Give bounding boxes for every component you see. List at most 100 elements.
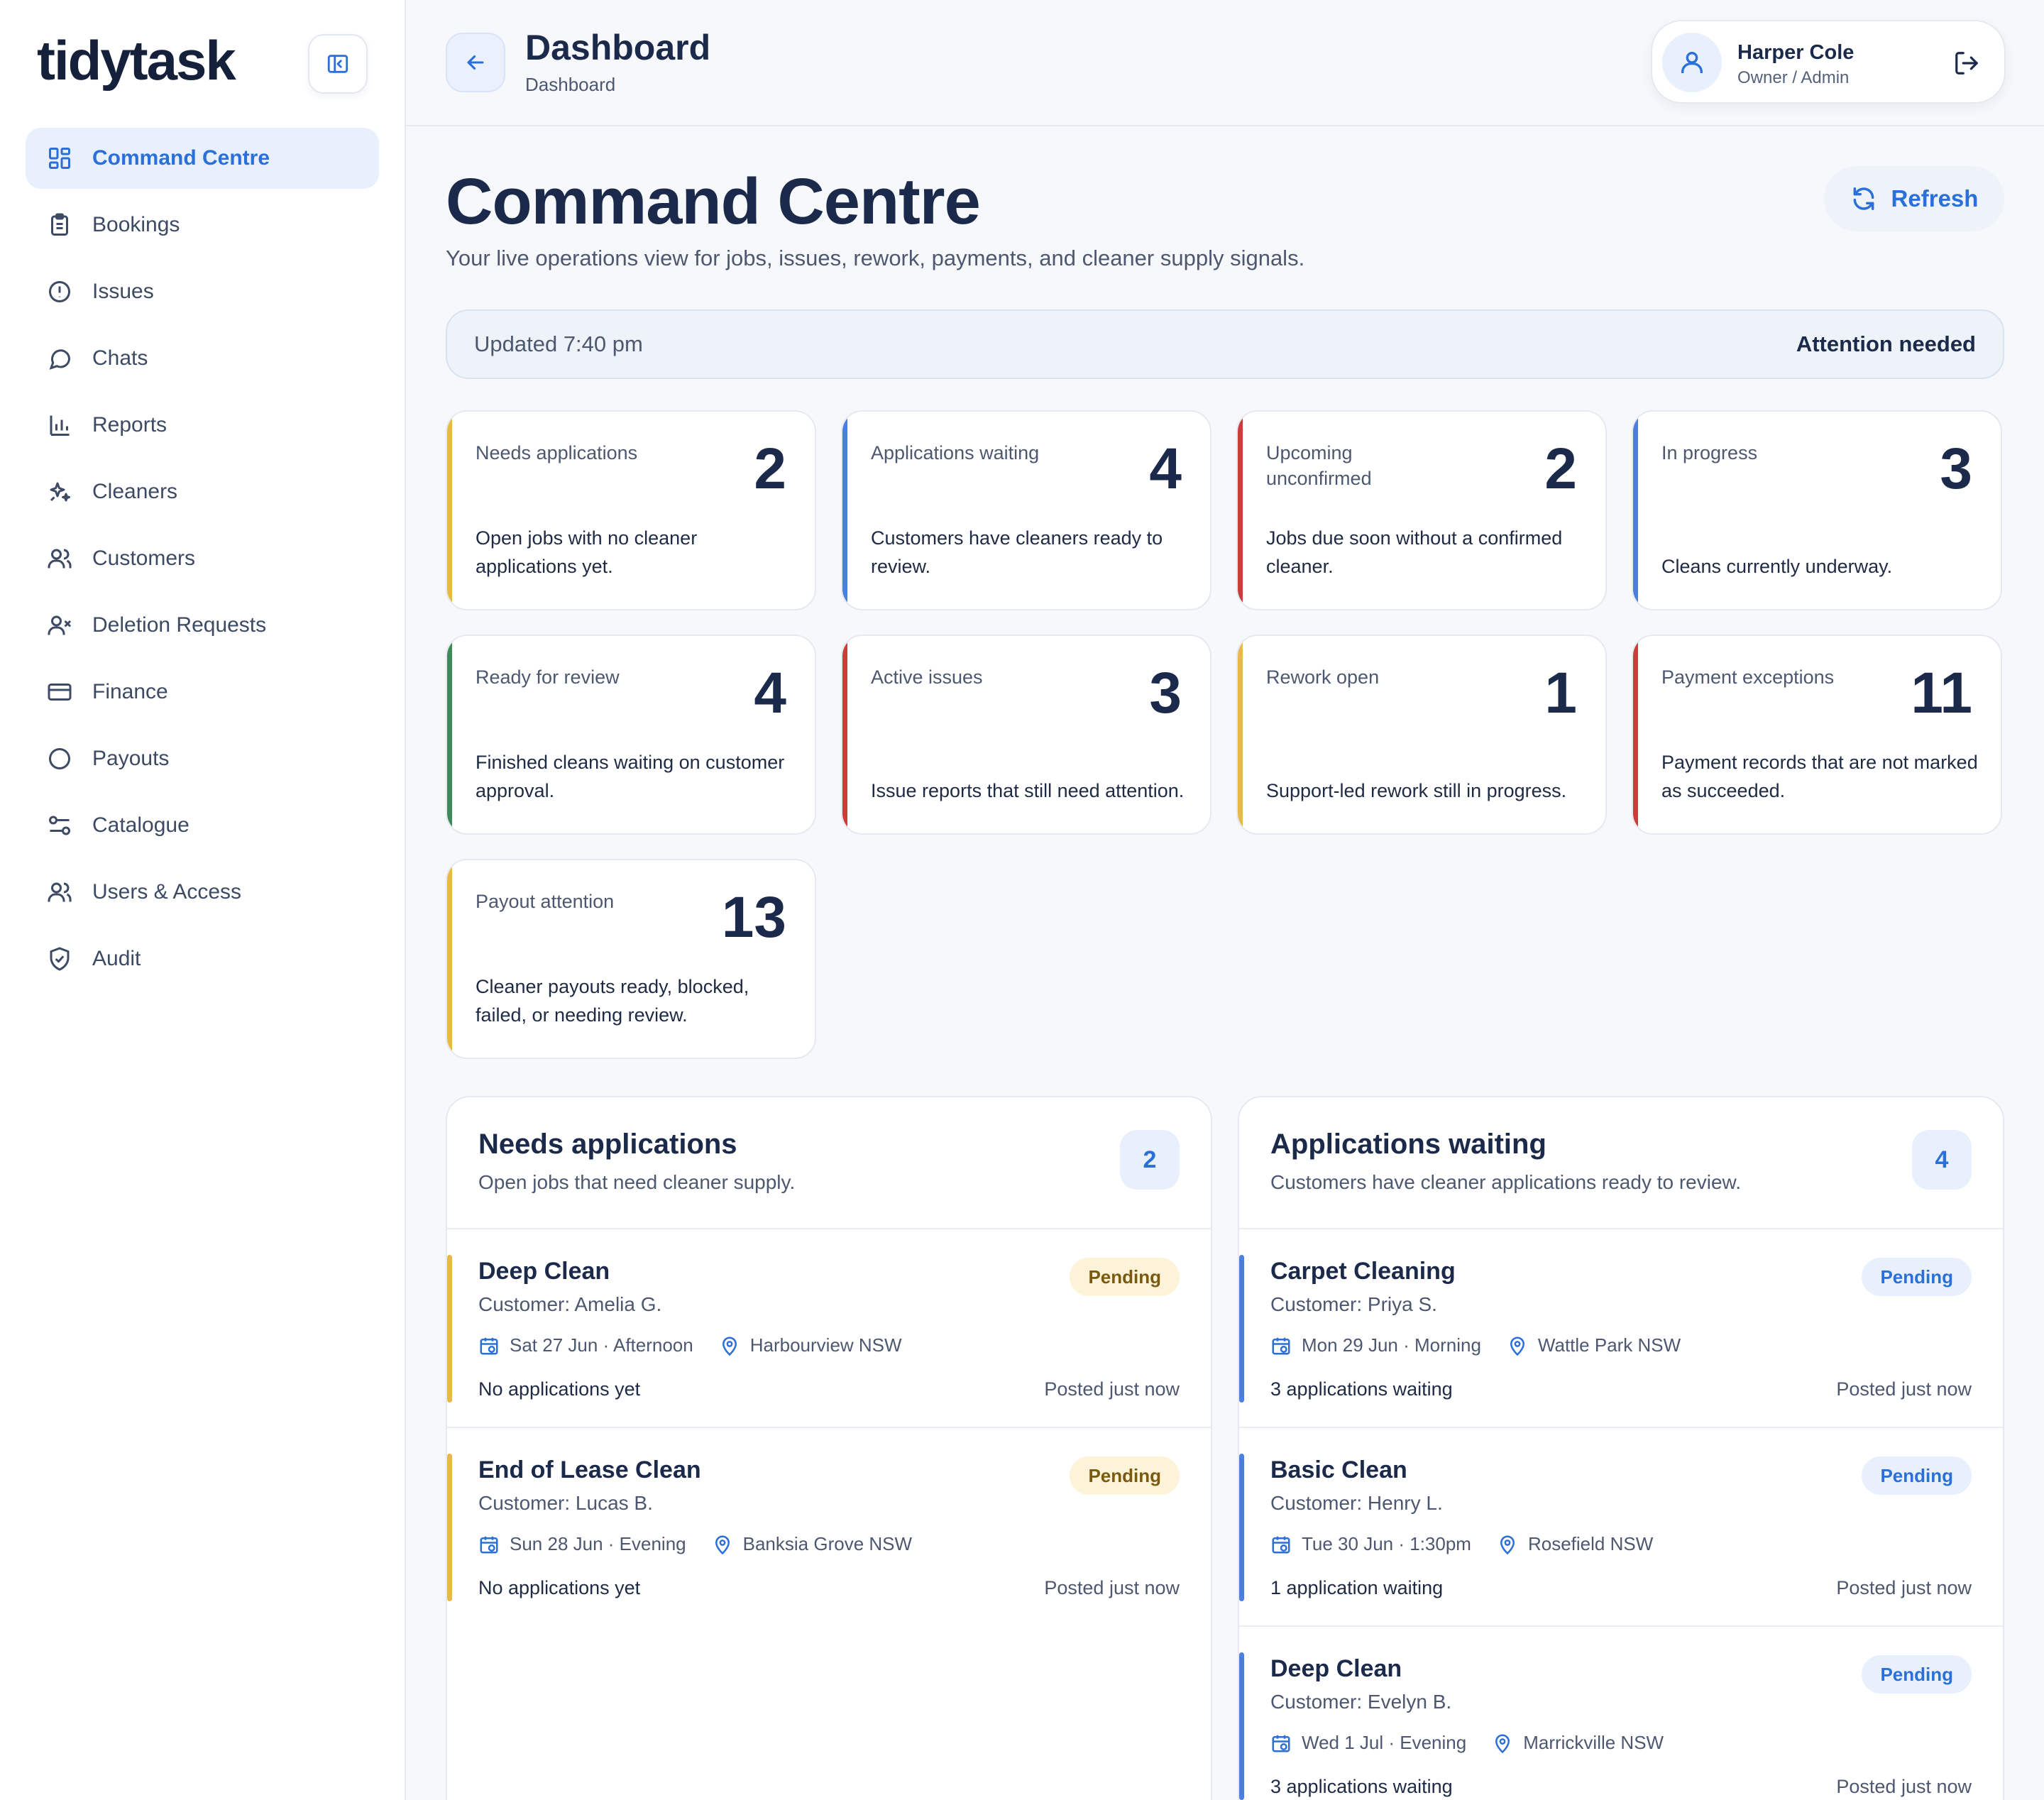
stat-accent-bar bbox=[447, 636, 452, 833]
stat-card-ready-for-review[interactable]: Ready for review 4 Finished cleans waiti… bbox=[446, 635, 816, 835]
stat-value: 2 bbox=[1544, 437, 1577, 501]
status-badge: Pending bbox=[1862, 1456, 1972, 1495]
job-location: Harbourview NSW bbox=[749, 1334, 902, 1356]
panel-title: Applications waiting bbox=[1270, 1129, 1546, 1160]
stat-card-active-issues[interactable]: Active issues 3 Issue reports that still… bbox=[841, 635, 1211, 835]
sidebar-item-users-access[interactable]: Users & Access bbox=[26, 862, 379, 923]
job-accent-bar bbox=[1239, 1255, 1244, 1403]
job-title: Carpet Cleaning bbox=[1270, 1258, 1456, 1285]
job-accent-bar bbox=[1239, 1652, 1244, 1800]
map-pin-icon bbox=[715, 1535, 730, 1554]
job-location: Marrickville NSW bbox=[1523, 1732, 1664, 1753]
sidebar-nav: Command Centre Bookings Issues Chats Rep… bbox=[26, 128, 379, 995]
job-customer: Customer: Amelia G. bbox=[478, 1293, 662, 1315]
job-title: Basic Clean bbox=[1270, 1456, 1407, 1483]
map-pin-icon bbox=[722, 1337, 737, 1356]
stat-accent-bar bbox=[1238, 636, 1243, 833]
arrow-left-icon bbox=[467, 55, 484, 70]
attention-status: Attention needed bbox=[1796, 331, 1976, 356]
sidebar-item-command-centre[interactable]: Command Centre bbox=[26, 128, 379, 189]
sidebar-item-label: Payouts bbox=[92, 747, 170, 770]
logout-icon bbox=[1955, 52, 1978, 75]
stat-label: Payment exceptions bbox=[1661, 666, 1835, 688]
sidebar-item-label: Command Centre bbox=[92, 146, 270, 170]
stat-card-in-progress[interactable]: In progress 3 Cleans currently underway. bbox=[1632, 410, 2002, 610]
sidebar-item-audit[interactable]: Audit bbox=[26, 928, 379, 989]
sidebar-item-finance[interactable]: Finance bbox=[26, 662, 379, 723]
sidebar-item-issues[interactable]: Issues bbox=[26, 261, 379, 322]
job-list-item[interactable]: Basic Clean Customer: Henry L. Pending T… bbox=[1239, 1428, 2003, 1627]
job-location: Banksia Grove NSW bbox=[742, 1533, 913, 1554]
grid-icon bbox=[45, 144, 74, 172]
sidebar-item-catalogue[interactable]: Catalogue bbox=[26, 795, 379, 856]
stat-accent-bar bbox=[447, 412, 452, 609]
job-list-item[interactable]: Deep Clean Customer: Evelyn B. Pending W… bbox=[1239, 1627, 2003, 1800]
header-title: Dashboard bbox=[525, 28, 711, 67]
credit-card-icon bbox=[45, 678, 74, 706]
stat-value: 3 bbox=[1149, 661, 1182, 725]
user-menu[interactable]: Harper Cole Owner / Admin bbox=[1651, 20, 2006, 104]
job-posted: Posted just now bbox=[1044, 1577, 1180, 1598]
stat-card-applications-waiting[interactable]: Applications waiting 4 Customers have cl… bbox=[841, 410, 1211, 610]
stat-label: Upcoming unconfirmed bbox=[1266, 442, 1372, 489]
job-location: Rosefield NSW bbox=[1527, 1533, 1654, 1554]
status-badge: Pending bbox=[1070, 1258, 1180, 1296]
sidebar-item-label: Users & Access bbox=[92, 880, 242, 904]
sidebar-item-chats[interactable]: Chats bbox=[26, 328, 379, 389]
job-applications: 3 applications waiting bbox=[1270, 1776, 1453, 1797]
stat-description: Open jobs with no cleaner applications y… bbox=[476, 527, 698, 577]
sidebar-item-cleaners[interactable]: Cleaners bbox=[26, 461, 379, 522]
job-applications: 3 applications waiting bbox=[1270, 1378, 1453, 1400]
sidebar-item-reports[interactable]: Reports bbox=[26, 395, 379, 456]
stat-card-upcoming-unconfirmed[interactable]: Upcoming unconfirmed 2 Jobs due soon wit… bbox=[1236, 410, 1607, 610]
user-role: Owner / Admin bbox=[1737, 68, 1850, 87]
job-date: Tue 30 Jun · 1:30pm bbox=[1302, 1533, 1471, 1554]
stat-value: 2 bbox=[754, 437, 786, 501]
status-bar: Updated 7:40 pm Attention needed bbox=[446, 309, 2004, 379]
shield-check-icon bbox=[45, 945, 74, 973]
bar-chart-icon bbox=[45, 411, 74, 439]
brand-logo[interactable]: tidytask bbox=[37, 28, 236, 93]
calendar-clock-icon bbox=[480, 1536, 498, 1553]
breadcrumb[interactable]: Dashboard bbox=[525, 74, 615, 96]
sidebar-item-customers[interactable]: Customers bbox=[26, 528, 379, 589]
job-posted: Posted just now bbox=[1836, 1776, 1972, 1797]
sidebar-item-label: Bookings bbox=[92, 213, 180, 236]
refresh-icon bbox=[1853, 187, 1874, 210]
job-list-item[interactable]: Deep Clean Customer: Amelia G. Pending S… bbox=[447, 1229, 1211, 1428]
job-location: Wattle Park NSW bbox=[1537, 1334, 1681, 1356]
logout-button[interactable] bbox=[1950, 47, 1983, 79]
stat-label: Active issues bbox=[871, 666, 983, 688]
job-meta: Sun 28 Jun · Evening Banksia Grove NSW bbox=[478, 1533, 938, 1555]
panel-subtitle: Open jobs that need cleaner supply. bbox=[478, 1171, 796, 1193]
job-list-item[interactable]: Carpet Cleaning Customer: Priya S. Pendi… bbox=[1239, 1229, 2003, 1428]
sidebar-item-bookings[interactable]: Bookings bbox=[26, 194, 379, 256]
stat-card-payout-attention[interactable]: Payout attention 13 Cleaner payouts read… bbox=[446, 859, 816, 1059]
status-badge: Pending bbox=[1862, 1258, 1972, 1296]
job-applications: 1 application waiting bbox=[1270, 1577, 1444, 1598]
stat-label: Payout attention bbox=[476, 891, 615, 912]
refresh-button[interactable]: Refresh bbox=[1824, 166, 2004, 231]
stat-card-payment-exceptions[interactable]: Payment exceptions 11 Payment records th… bbox=[1632, 635, 2002, 835]
job-list-item[interactable]: End of Lease Clean Customer: Lucas B. Pe… bbox=[447, 1428, 1211, 1627]
collapse-sidebar-button[interactable] bbox=[308, 34, 368, 94]
sidebar-item-label: Audit bbox=[92, 947, 141, 970]
sidebar-collapse-icon bbox=[327, 55, 348, 73]
job-posted: Posted just now bbox=[1836, 1577, 1972, 1598]
stat-label: In progress bbox=[1661, 442, 1758, 463]
stat-accent-bar bbox=[1238, 412, 1243, 609]
last-updated: Updated 7:40 pm bbox=[474, 331, 643, 356]
job-title: Deep Clean bbox=[1270, 1655, 1402, 1682]
job-meta: Mon 29 Jun · Morning Wattle Park NSW bbox=[1270, 1334, 1706, 1356]
job-date: Mon 29 Jun · Morning bbox=[1302, 1334, 1481, 1356]
stat-label: Rework open bbox=[1266, 666, 1380, 688]
stat-card-rework-open[interactable]: Rework open 1 Support-led rework still i… bbox=[1236, 635, 1607, 835]
sidebar-item-deletion-requests[interactable]: Deletion Requests bbox=[26, 595, 379, 656]
stat-accent-bar bbox=[447, 860, 452, 1058]
job-accent-bar bbox=[1239, 1454, 1244, 1601]
sidebar-item-payouts[interactable]: Payouts bbox=[26, 728, 379, 789]
back-button[interactable] bbox=[446, 33, 505, 92]
panel-count-badge: 2 bbox=[1120, 1130, 1180, 1190]
stat-card-needs-applications[interactable]: Needs applications 2 Open jobs with no c… bbox=[446, 410, 816, 610]
job-applications: No applications yet bbox=[478, 1378, 641, 1400]
